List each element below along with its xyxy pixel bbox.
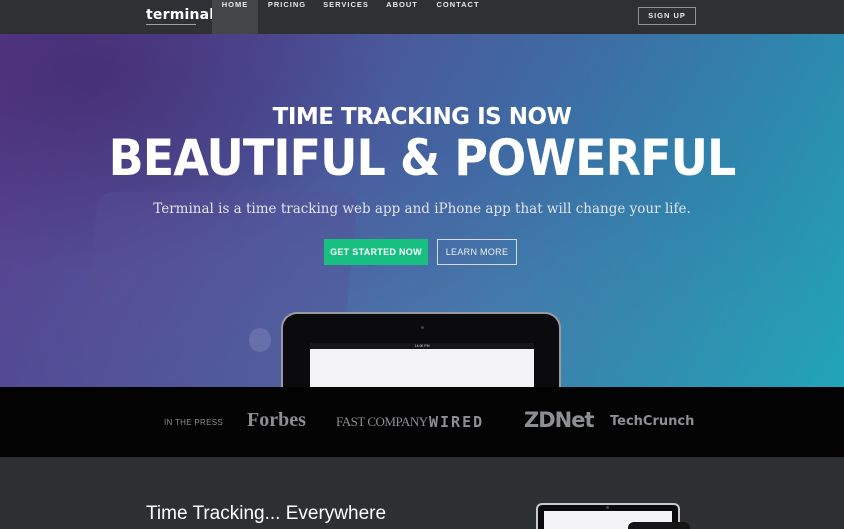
- hero-subtitle: Terminal is a time tracking web app and …: [153, 201, 691, 217]
- fast-company-logo: FAST COMPANY: [336, 414, 428, 429]
- hero-section: TIME TRACKING IS NOW BEAUTIFUL & POWERFU…: [0, 34, 844, 387]
- sign-up-button[interactable]: SIGN UP: [638, 7, 696, 25]
- nav-item-home[interactable]: HOME: [212, 0, 258, 34]
- apple-logo-icon: [249, 328, 271, 352]
- ipad-camera-dot: [421, 326, 424, 329]
- nav-item-services[interactable]: SERVICES: [320, 0, 372, 34]
- ipad-device-image: 14:06 PM: [281, 312, 561, 387]
- techcrunch-logo: TechCrunch: [610, 414, 695, 429]
- features-section: Time Tracking... Everywhere: [0, 457, 844, 529]
- press-bar: IN THE PRESS Forbes FAST COMPANY WIRED Z…: [0, 387, 844, 457]
- nav-item-pricing[interactable]: PRICING: [262, 0, 312, 34]
- logo-underline: [146, 24, 196, 25]
- tablet-camera-dot: [606, 506, 609, 509]
- phone-device-image: [628, 522, 690, 529]
- top-nav: terminal HOME PRICING SERVICES ABOUT CON…: [0, 0, 844, 34]
- section-title: Time Tracking... Everywhere: [146, 503, 387, 524]
- forbes-logo: Forbes: [247, 409, 306, 431]
- ipad-screen: 14:06 PM: [310, 343, 534, 387]
- zdnet-logo: ZDNet: [524, 408, 595, 432]
- get-started-button[interactable]: GET STARTED NOW: [324, 239, 428, 265]
- hero-title-small: TIME TRACKING IS NOW: [272, 104, 572, 130]
- nav-item-contact[interactable]: CONTACT: [432, 0, 484, 34]
- wired-logo: WIRED: [429, 413, 485, 431]
- ipad-status-bar: 14:06 PM: [310, 343, 534, 349]
- logo[interactable]: terminal: [146, 7, 214, 23]
- learn-more-button[interactable]: LEARN MORE: [437, 239, 517, 265]
- nav-item-about[interactable]: ABOUT: [382, 0, 422, 34]
- press-label: IN THE PRESS: [164, 418, 224, 427]
- hero-title-big: BEAUTIFUL & POWERFUL: [108, 129, 737, 187]
